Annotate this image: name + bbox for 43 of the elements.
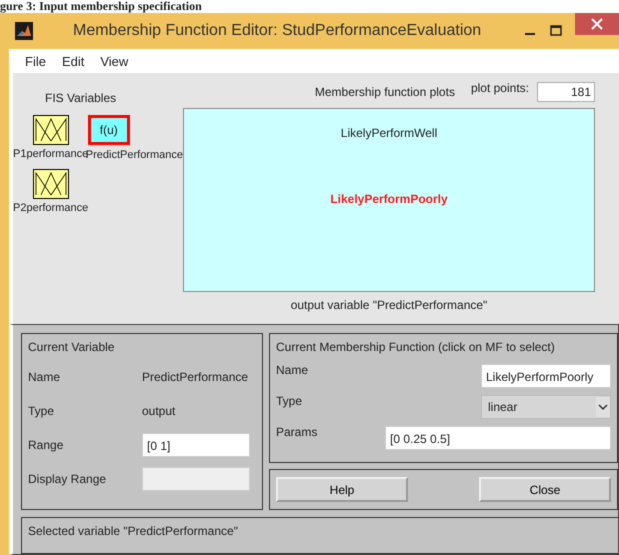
plot-title: Membership function plots bbox=[314, 85, 455, 99]
mf-label[interactable]: LikelyPerformWell bbox=[340, 126, 438, 140]
field-label: Range bbox=[28, 438, 64, 452]
input-variable-icon[interactable] bbox=[33, 115, 69, 145]
chevron-down-icon bbox=[596, 396, 610, 416]
mf-name-field[interactable]: LikelyPerformPoorly bbox=[481, 364, 611, 388]
panel-title: Current Variable bbox=[28, 340, 116, 354]
window-title: Membership Function Editor: StudPerformanceEvaluation bbox=[73, 22, 482, 40]
maximize-icon[interactable] bbox=[549, 24, 563, 38]
variable-label: P2performance bbox=[13, 202, 88, 214]
mf-params-field[interactable]: [0 0.25 0.5] bbox=[385, 426, 611, 450]
figure-caption: gure 3: Input membership specification bbox=[0, 0, 203, 13]
plot-caption: output variable "PredictPerformance" bbox=[290, 298, 488, 312]
variable-label: PredictPerformance bbox=[86, 149, 183, 161]
close-button[interactable] bbox=[575, 13, 619, 35]
panel-title: Current Membership Function (click on MF to select) bbox=[276, 340, 556, 354]
plot-points-label: plot points: bbox=[470, 81, 529, 95]
fis-variables-label: FIS Variables bbox=[45, 91, 118, 105]
mf-type-dropdown[interactable]: linear bbox=[481, 394, 611, 418]
field-label: Params bbox=[276, 425, 318, 439]
output-variable-box[interactable]: f(u) bbox=[88, 115, 130, 145]
field-label: Display Range bbox=[28, 472, 108, 486]
input-variable-icon[interactable] bbox=[33, 169, 69, 199]
variable-name: PredictPerformance bbox=[142, 370, 248, 384]
field-label: Type bbox=[276, 394, 304, 408]
menu-item[interactable]: View bbox=[100, 54, 128, 68]
close-button[interactable]: Close bbox=[479, 477, 611, 502]
menu-item[interactable]: File bbox=[25, 54, 46, 68]
plot-points-field[interactable]: 181 bbox=[537, 82, 595, 102]
field-label: Name bbox=[28, 370, 62, 384]
display-range-field[interactable] bbox=[142, 467, 250, 491]
menu-item[interactable]: Edit bbox=[62, 54, 84, 68]
field-label: Name bbox=[276, 363, 310, 377]
variable-type: output bbox=[142, 404, 176, 418]
app-logo-icon bbox=[15, 22, 33, 40]
range-field[interactable]: [0 1] bbox=[142, 433, 250, 457]
field-label: Type bbox=[28, 404, 56, 418]
close-icon bbox=[591, 18, 603, 30]
plot-area[interactable]: LikelyPerformWell LikelyPerformPoorly bbox=[183, 108, 595, 292]
variable-label: P1performance bbox=[13, 148, 88, 160]
help-button[interactable]: Help bbox=[276, 477, 408, 502]
status-text: Selected variable "PredictPerformance" bbox=[28, 524, 238, 538]
mf-label[interactable]: LikelyPerformPoorly bbox=[330, 192, 448, 206]
